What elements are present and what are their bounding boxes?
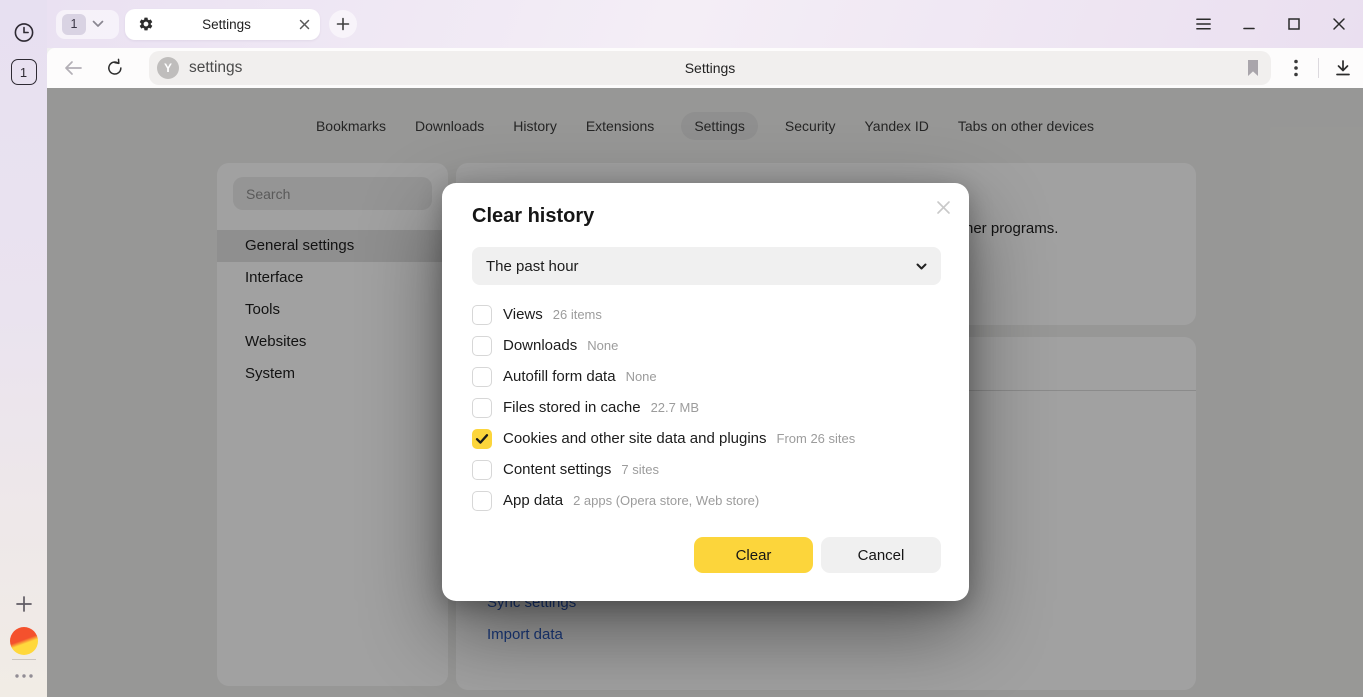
cancel-button[interactable]: Cancel bbox=[821, 537, 941, 573]
window-controls bbox=[1195, 16, 1363, 33]
row-downloads: Downloads None bbox=[472, 330, 941, 361]
checkbox-cache[interactable] bbox=[472, 398, 492, 418]
tab-count-label: 1 bbox=[20, 65, 27, 80]
tab-group-count: 1 bbox=[62, 14, 86, 35]
option-value: 2 apps (Opera store, Web store) bbox=[573, 493, 759, 508]
time-period-select[interactable]: The past hour bbox=[472, 247, 941, 285]
tab-count-badge[interactable]: 1 bbox=[11, 59, 37, 85]
option-value: None bbox=[587, 338, 618, 353]
history-clock-icon[interactable] bbox=[13, 22, 34, 43]
gear-icon bbox=[138, 16, 154, 32]
checkbox-autofill[interactable] bbox=[472, 367, 492, 387]
option-label: Downloads bbox=[503, 337, 577, 354]
browser-tab-settings[interactable]: Settings bbox=[125, 9, 320, 40]
row-views: Views 26 items bbox=[472, 299, 941, 330]
address-bar: Y settings Settings bbox=[47, 48, 1363, 88]
dialog-close-icon[interactable] bbox=[933, 197, 953, 217]
minimize-button[interactable] bbox=[1240, 16, 1257, 33]
browser-window: 1 1 Settings bbox=[0, 0, 1363, 697]
option-label: Cookies and other site data and plugins bbox=[503, 430, 767, 447]
checkbox-app-data[interactable] bbox=[472, 491, 492, 511]
bookmark-icon[interactable] bbox=[1243, 58, 1263, 78]
dialog-buttons: Clear Cancel bbox=[694, 537, 941, 573]
rail-add-icon[interactable] bbox=[14, 594, 34, 614]
more-menu-icon[interactable] bbox=[1285, 57, 1307, 79]
new-tab-button[interactable] bbox=[329, 10, 357, 38]
chevron-down-icon[interactable] bbox=[92, 20, 104, 28]
option-value: 7 sites bbox=[621, 462, 659, 477]
option-value: 26 items bbox=[553, 307, 602, 322]
row-app-data: App data 2 apps (Opera store, Web store) bbox=[472, 485, 941, 516]
clear-options-list: Views 26 items Downloads None Autofill f… bbox=[472, 299, 941, 516]
toolbar-divider bbox=[1318, 58, 1319, 78]
menu-icon[interactable] bbox=[1195, 16, 1212, 33]
time-period-value: The past hour bbox=[486, 258, 579, 275]
checkbox-views[interactable] bbox=[472, 305, 492, 325]
downloads-icon[interactable] bbox=[1331, 56, 1355, 80]
site-favicon: Y bbox=[157, 57, 179, 79]
option-label: Content settings bbox=[503, 461, 611, 478]
left-rail: 1 bbox=[0, 0, 47, 697]
row-autofill: Autofill form data None bbox=[472, 361, 941, 392]
reload-icon[interactable] bbox=[103, 56, 127, 80]
row-content-settings: Content settings 7 sites bbox=[472, 454, 941, 485]
tab-title: Settings bbox=[154, 17, 299, 32]
back-icon[interactable] bbox=[61, 56, 85, 80]
tab-close-icon[interactable] bbox=[299, 19, 310, 30]
checkbox-cookies[interactable] bbox=[472, 429, 492, 449]
omnibox[interactable]: Y settings Settings bbox=[149, 51, 1271, 85]
tab-strip: 1 Settings bbox=[47, 0, 1363, 48]
option-label: Views bbox=[503, 306, 543, 323]
rail-more-icon[interactable] bbox=[13, 673, 35, 679]
option-value: From 26 sites bbox=[777, 431, 856, 446]
checkbox-downloads[interactable] bbox=[472, 336, 492, 356]
yandex-mail-icon[interactable] bbox=[10, 627, 38, 655]
rail-divider bbox=[12, 659, 36, 660]
chevron-down-icon bbox=[916, 263, 927, 270]
row-cookies: Cookies and other site data and plugins … bbox=[472, 423, 941, 454]
clear-button[interactable]: Clear bbox=[694, 537, 813, 573]
clear-history-dialog: Clear history The past hour Views 26 ite… bbox=[442, 183, 969, 601]
option-label: Files stored in cache bbox=[503, 399, 641, 416]
option-value: None bbox=[626, 369, 657, 384]
row-cache: Files stored in cache 22.7 MB bbox=[472, 392, 941, 423]
dialog-title: Clear history bbox=[472, 205, 594, 228]
tab-group-chip[interactable]: 1 bbox=[56, 10, 119, 39]
close-window-button[interactable] bbox=[1330, 16, 1347, 33]
option-value: 22.7 MB bbox=[651, 400, 699, 415]
url-text: settings bbox=[189, 59, 242, 77]
omnibox-page-title: Settings bbox=[149, 60, 1271, 76]
checkbox-content-settings[interactable] bbox=[472, 460, 492, 480]
option-label: App data bbox=[503, 492, 563, 509]
maximize-button[interactable] bbox=[1285, 16, 1302, 33]
option-label: Autofill form data bbox=[503, 368, 616, 385]
